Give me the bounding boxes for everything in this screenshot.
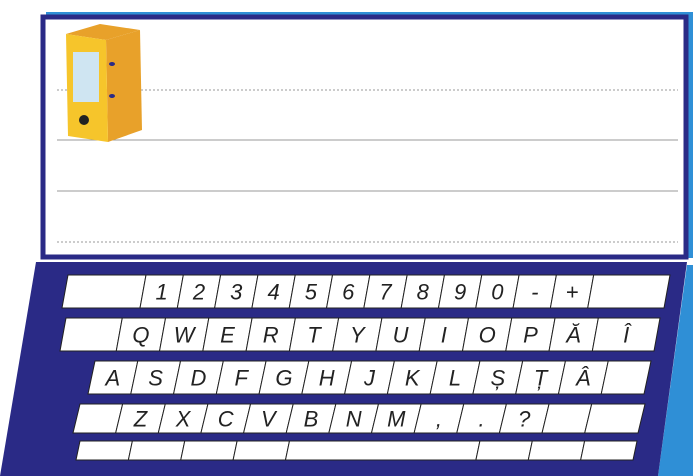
key-label: T xyxy=(307,323,322,348)
key-label: F xyxy=(234,366,249,391)
key-blank[interactable] xyxy=(61,274,147,309)
laptop-illustration: 1 2 3 4 5 6 7 8 9 0- +Q W E R T Y U I O P Ă ÎA S D F G H J K L Ș Ț ÂZ X C V… xyxy=(0,12,693,476)
folder-binder-icon xyxy=(66,24,142,142)
key-label: M xyxy=(387,407,406,432)
key-label: R xyxy=(263,323,279,348)
key-blank[interactable] xyxy=(584,403,646,434)
key-blank[interactable] xyxy=(541,403,593,434)
folder-rivet xyxy=(109,62,115,66)
key-label: U xyxy=(393,323,409,348)
folder-side xyxy=(106,30,142,142)
key-label: Ț xyxy=(534,366,549,391)
key-blank[interactable] xyxy=(75,440,133,461)
key-blank[interactable] xyxy=(587,274,671,309)
key-blank[interactable] xyxy=(72,403,124,434)
key-blank[interactable] xyxy=(527,440,586,461)
key-label: ? xyxy=(518,407,531,432)
key-label: X xyxy=(175,407,192,432)
key-label: 8 xyxy=(417,280,430,305)
key-blank[interactable] xyxy=(580,440,638,461)
key-label: 7 xyxy=(379,280,392,305)
key-label: P xyxy=(523,323,538,348)
key-label: K xyxy=(405,366,421,391)
folder-label-window xyxy=(73,52,99,102)
key-label: O xyxy=(479,323,496,348)
keyboard-keys: 1 2 3 4 5 6 7 8 9 0- +Q W E R T Y U I O P Ă ÎA S D F G H J K L Ș Ț ÂZ X C V… xyxy=(59,274,671,461)
key-label: - xyxy=(531,280,538,305)
key-label: 0 xyxy=(491,280,504,305)
key-blank[interactable] xyxy=(232,440,291,461)
key-label: Ă xyxy=(564,323,581,348)
key-label: 9 xyxy=(454,280,466,305)
key-label: Q xyxy=(132,323,149,348)
folder-ring-hole xyxy=(79,115,89,125)
key-label: D xyxy=(190,366,206,391)
key-label: 6 xyxy=(342,280,355,305)
key-label: G xyxy=(275,366,292,391)
key-label: I xyxy=(441,323,447,348)
key-label: Y xyxy=(350,323,366,348)
key-label: N xyxy=(346,407,362,432)
key-label: A xyxy=(104,366,121,391)
key-label: , xyxy=(436,407,442,432)
key-blank[interactable] xyxy=(180,440,238,461)
key-label: 4 xyxy=(267,280,279,305)
key-label: Z xyxy=(133,407,149,432)
key-label: 1 xyxy=(156,280,168,305)
key-label: 3 xyxy=(230,280,243,305)
key-label: . xyxy=(479,407,485,432)
key-label: 5 xyxy=(305,280,318,305)
key-blank[interactable] xyxy=(284,440,481,461)
key-blank[interactable] xyxy=(127,440,186,461)
key-label: S xyxy=(148,366,163,391)
key-label: H xyxy=(319,366,335,391)
key-label: J xyxy=(363,366,376,391)
key-label: L xyxy=(449,366,461,391)
key-label: C xyxy=(218,407,234,432)
key-label: Â xyxy=(575,366,591,391)
key-label: 2 xyxy=(192,280,205,305)
key-label: + xyxy=(566,280,579,305)
key-label: B xyxy=(304,407,319,432)
key-label: W xyxy=(174,323,197,348)
key-blank[interactable] xyxy=(59,317,123,352)
folder-rivet xyxy=(109,94,115,98)
key-blank[interactable] xyxy=(475,440,533,461)
key-label: E xyxy=(220,323,235,348)
key-blank[interactable] xyxy=(600,360,652,395)
key-label: V xyxy=(261,407,278,432)
key-label: Ș xyxy=(490,366,505,391)
